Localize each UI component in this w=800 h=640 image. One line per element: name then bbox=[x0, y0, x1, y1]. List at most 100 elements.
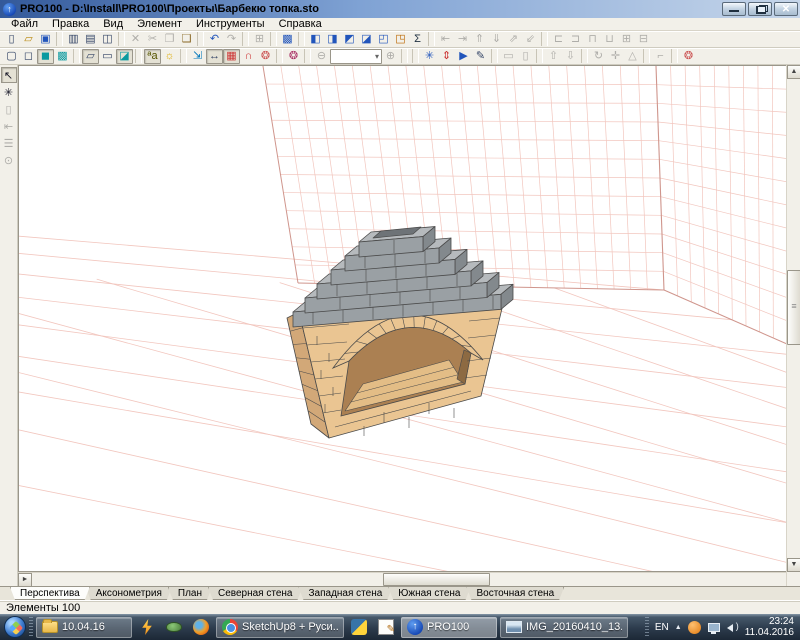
tray-app-icon[interactable] bbox=[688, 621, 701, 634]
horizontal-scrollbar[interactable]: ◄ ► bbox=[18, 572, 786, 586]
undo-icon[interactable]: ↶ bbox=[206, 32, 223, 47]
paste-icon[interactable]: ❑ bbox=[178, 32, 195, 47]
frame-h-icon[interactable]: ▭ bbox=[500, 49, 517, 64]
grid-icon[interactable]: ▦ bbox=[223, 49, 240, 64]
taskbar-editor-button[interactable] bbox=[374, 617, 398, 638]
zoom-out-icon[interactable]: ⊖ bbox=[313, 49, 330, 64]
tab-south-wall[interactable]: Южная стена bbox=[388, 587, 470, 600]
menu-file[interactable]: Файл bbox=[4, 18, 45, 30]
align-right-icon[interactable]: ⊐ bbox=[567, 32, 584, 47]
library-panel-icon[interactable]: ◰ bbox=[375, 32, 392, 47]
contour-view-icon[interactable]: ▱ bbox=[82, 49, 99, 64]
menu-edit[interactable]: Правка bbox=[45, 18, 96, 30]
floor-plan-icon[interactable]: ⌐ bbox=[652, 49, 669, 64]
raise-element-icon[interactable]: ⇧ bbox=[545, 49, 562, 64]
textured-view-icon[interactable]: ▩ bbox=[54, 49, 71, 64]
tab-east-wall[interactable]: Восточная стена bbox=[466, 587, 564, 600]
ungroup-icon[interactable]: ⊟ bbox=[635, 32, 652, 47]
menu-element[interactable]: Элемент bbox=[130, 18, 189, 30]
taskbar-firefox-button[interactable] bbox=[189, 617, 213, 638]
structure-panel-icon[interactable]: ◧ bbox=[307, 32, 324, 47]
palette-secondary-icon[interactable]: ❂ bbox=[285, 49, 302, 64]
leader-dim-icon[interactable]: ⇙ bbox=[522, 32, 539, 47]
light-icon[interactable]: ☼ bbox=[161, 49, 178, 64]
dimension-tool-icon[interactable]: ⇤ bbox=[1, 118, 17, 134]
3d-viewport[interactable] bbox=[18, 65, 786, 572]
restore-button[interactable] bbox=[748, 2, 772, 16]
auto-width-icon[interactable]: ↔ bbox=[206, 49, 223, 64]
zoom-tool-icon[interactable]: ⊙ bbox=[1, 152, 17, 168]
print-setup-icon[interactable]: ▥ bbox=[65, 32, 82, 47]
hidden-line-view-icon[interactable]: ◻ bbox=[20, 49, 37, 64]
taskbar-python-button[interactable] bbox=[347, 617, 371, 638]
taskbar-chrome-button[interactable]: SketchUp8 + Руси... bbox=[216, 617, 344, 638]
taskbar-turtle-button[interactable] bbox=[162, 617, 186, 638]
delete-icon[interactable]: ✕ bbox=[127, 32, 144, 47]
print-preview-icon[interactable]: ◫ bbox=[99, 32, 116, 47]
group-icon[interactable]: ⊞ bbox=[618, 32, 635, 47]
menu-tools[interactable]: Инструменты bbox=[189, 18, 272, 30]
taskbar-image-button[interactable]: IMG_20160410_13... bbox=[500, 617, 628, 638]
align-top-icon[interactable]: ⊓ bbox=[584, 32, 601, 47]
menu-help[interactable]: Справка bbox=[272, 18, 329, 30]
center-tool-icon[interactable]: ✳ bbox=[1, 84, 17, 100]
titlebar[interactable]: ↑ PRO100 - D:\Install\PRO100\Проекты\Бар… bbox=[0, 0, 800, 18]
language-indicator[interactable]: EN bbox=[655, 622, 669, 633]
scroll-down-button[interactable]: ▼ bbox=[787, 558, 800, 572]
tab-axonometry[interactable]: Аксонометрия bbox=[86, 587, 172, 600]
zoom-in-icon[interactable]: ⊕ bbox=[382, 49, 399, 64]
taskbar-folder-button[interactable]: 10.04.16 bbox=[36, 617, 132, 638]
cutting-panel-icon[interactable]: ◪ bbox=[358, 32, 375, 47]
save-icon[interactable]: ▣ bbox=[37, 32, 54, 47]
new-document-icon[interactable]: ▯ bbox=[3, 32, 20, 47]
taskbar-winamp-button[interactable] bbox=[135, 617, 159, 638]
align-left-icon[interactable]: ⊏ bbox=[550, 32, 567, 47]
levels-tool-icon[interactable]: ☰ bbox=[1, 135, 17, 151]
palette-icon[interactable]: ❂ bbox=[257, 49, 274, 64]
start-button[interactable] bbox=[4, 616, 26, 638]
sum-icon[interactable]: Σ bbox=[409, 32, 426, 47]
tab-perspective[interactable]: Перспектива bbox=[10, 587, 90, 600]
vertical-scroll-thumb[interactable] bbox=[787, 270, 800, 345]
copy-icon[interactable]: ❐ bbox=[161, 32, 178, 47]
shaded-view-icon[interactable]: ◼ bbox=[37, 49, 54, 64]
tab-plan[interactable]: План bbox=[168, 587, 212, 600]
catalog-panel-icon[interactable]: ◳ bbox=[392, 32, 409, 47]
show-hidden-icons-button[interactable]: ▲ bbox=[675, 624, 682, 631]
taskbar-pro100-button[interactable]: PRO100 bbox=[401, 617, 497, 638]
display-settings-icon[interactable] bbox=[707, 621, 720, 634]
close-button[interactable] bbox=[774, 2, 798, 16]
scroll-right-button[interactable]: ► bbox=[18, 573, 32, 587]
menu-view[interactable]: Вид bbox=[96, 18, 130, 30]
page-tool-icon[interactable]: ▯ bbox=[1, 101, 17, 117]
tab-north-wall[interactable]: Северная стена bbox=[208, 587, 303, 600]
minimize-button[interactable] bbox=[722, 2, 746, 16]
open-folder-icon[interactable]: ▱ bbox=[20, 32, 37, 47]
angle-dim-icon[interactable]: ⇗ bbox=[505, 32, 522, 47]
lower-element-icon[interactable]: ⇩ bbox=[562, 49, 579, 64]
magnet-icon[interactable]: ∩ bbox=[240, 49, 257, 64]
properties-icon[interactable]: ⊞ bbox=[251, 32, 268, 47]
zoom-level-combo[interactable]: ▾ bbox=[330, 49, 382, 64]
rotate-element-icon[interactable]: ↻ bbox=[590, 49, 607, 64]
auto-dim-icon[interactable]: ⇓ bbox=[488, 32, 505, 47]
vertical-scrollbar[interactable]: ▲ ▼ bbox=[786, 65, 800, 586]
horizontal-scroll-thumb[interactable] bbox=[383, 573, 490, 586]
orbit-view-icon[interactable]: ▶ bbox=[455, 49, 472, 64]
pen-icon[interactable]: ✎ bbox=[472, 49, 489, 64]
height-dim-icon[interactable]: ⇥ bbox=[454, 32, 471, 47]
scale-element-icon[interactable]: △ bbox=[624, 49, 641, 64]
wireframe-view-icon[interactable]: ▢ bbox=[3, 49, 20, 64]
volume-icon[interactable] bbox=[726, 621, 739, 634]
refresh-view-icon[interactable]: ✳ bbox=[421, 49, 438, 64]
align-bottom-icon[interactable]: ⊔ bbox=[601, 32, 618, 47]
move-element-icon[interactable]: ✛ bbox=[607, 49, 624, 64]
snap-icon[interactable]: ⇲ bbox=[189, 49, 206, 64]
depth-dim-icon[interactable]: ⇑ bbox=[471, 32, 488, 47]
pricelist-panel-icon[interactable]: ◨ bbox=[324, 32, 341, 47]
cut-icon[interactable]: ✂ bbox=[144, 32, 161, 47]
scroll-up-button[interactable]: ▲ bbox=[787, 65, 800, 79]
tab-west-wall[interactable]: Западная стена bbox=[298, 587, 392, 600]
materials-dialog-icon[interactable]: ▩ bbox=[279, 32, 296, 47]
report-panel-icon[interactable]: ◩ bbox=[341, 32, 358, 47]
